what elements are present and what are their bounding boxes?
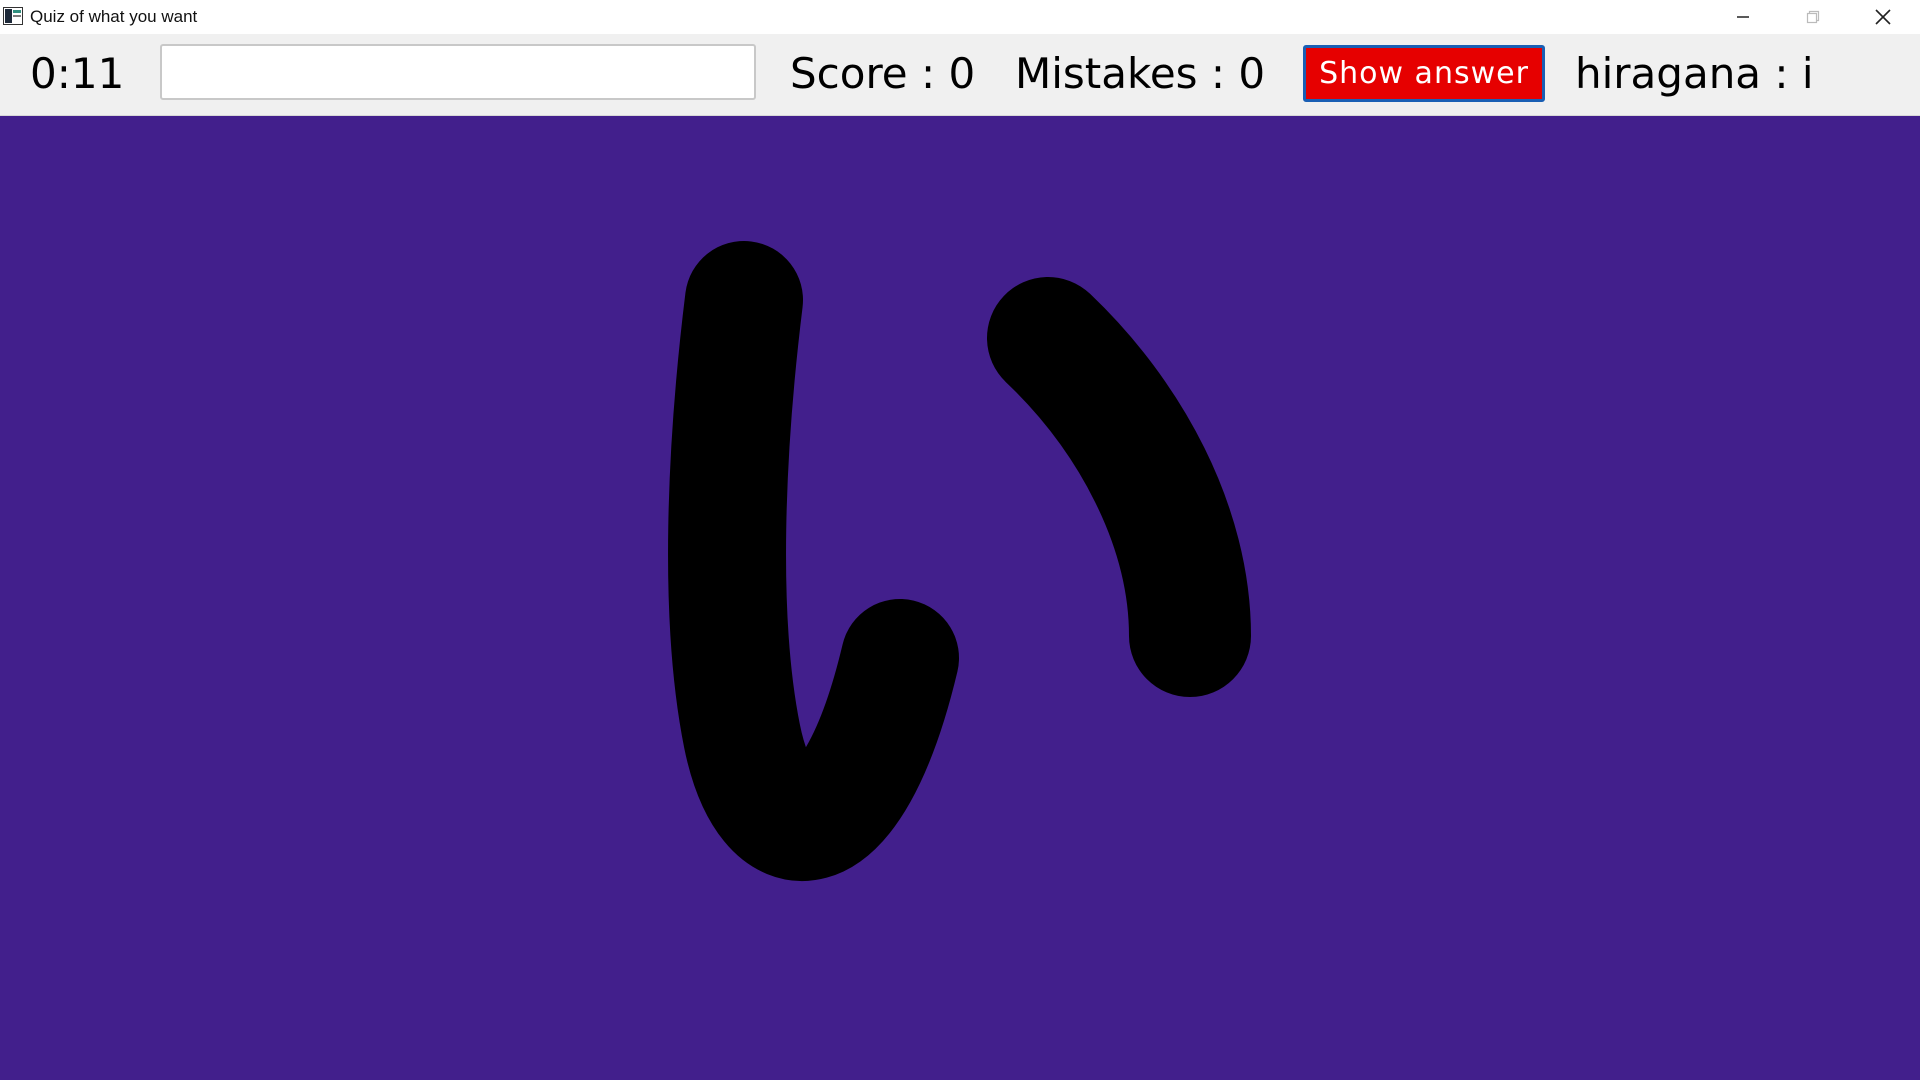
- timer-display: 0:11: [30, 49, 125, 98]
- answer-input[interactable]: [160, 44, 756, 100]
- quiz-category-label: hiragana : i: [1575, 49, 1814, 98]
- character-canvas: [0, 116, 1920, 1080]
- close-icon: [1875, 9, 1891, 25]
- title-bar[interactable]: Quiz of what you want: [0, 0, 1920, 34]
- minimize-icon: [1737, 16, 1749, 18]
- character-stroke-left: [668, 241, 959, 881]
- quiz-toolbar: 0:11 Score : 0 Mistakes : 0 Show answer …: [0, 34, 1920, 116]
- window-title: Quiz of what you want: [30, 7, 198, 26]
- restore-icon: [1806, 10, 1820, 24]
- mistakes-display: Mistakes : 0: [1015, 49, 1266, 98]
- character-stroke-right: [987, 277, 1251, 697]
- score-display: Score : 0: [790, 49, 976, 98]
- show-answer-button[interactable]: Show answer: [1303, 45, 1545, 102]
- app-window: Quiz of what you want 0:11 Score : 0 Mis…: [0, 0, 1920, 1080]
- app-icon: [3, 7, 23, 25]
- minimize-button[interactable]: [1713, 0, 1773, 34]
- maximize-button[interactable]: [1783, 0, 1843, 34]
- close-button[interactable]: [1853, 0, 1913, 34]
- hiragana-character-drawing: [668, 241, 1251, 881]
